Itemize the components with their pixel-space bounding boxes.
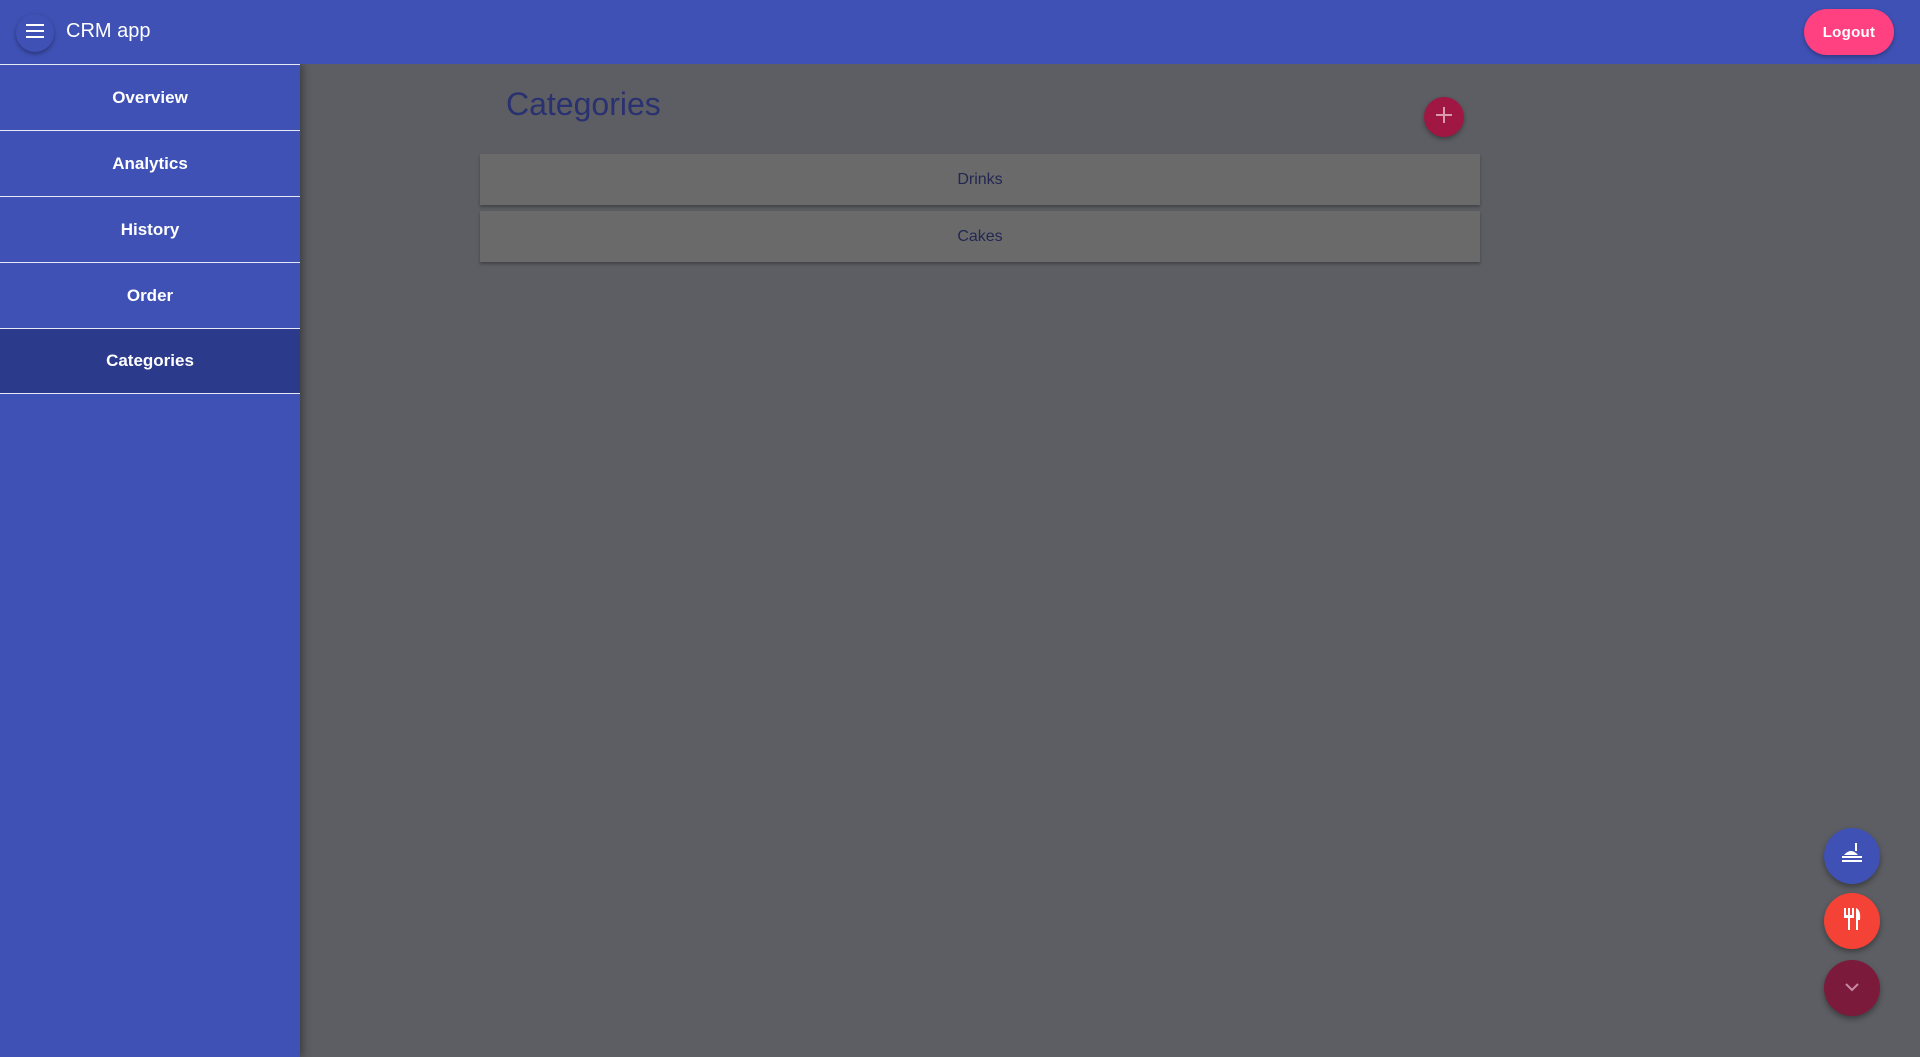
chevron-down-icon [1845,979,1859,997]
add-category-button[interactable] [1424,97,1464,137]
app-title: CRM app [66,20,151,42]
sidebar-item-history[interactable]: History [0,196,300,262]
page-title: Categories [506,86,661,122]
sidebar-item-categories[interactable]: Categories [0,328,300,394]
category-list: Drinks Cakes [480,154,1480,268]
sidebar-item-analytics[interactable]: Analytics [0,130,300,196]
sidebar-item-label: History [120,219,180,239]
restaurant-icon [1842,907,1862,935]
sidebar-item-label: Analytics [112,153,188,173]
sidebar-item-label: Categories [106,351,194,370]
sidebar: Overview Analytics History Order Categor… [0,64,300,1057]
restaurant-fab[interactable] [1824,893,1880,949]
top-app-bar: CRM app Logout [0,0,1920,64]
main-content: Categories Drinks Cakes [300,64,1920,1057]
logout-button[interactable]: Logout [1804,9,1894,55]
food-service-fab[interactable] [1824,828,1880,884]
collapse-fab[interactable] [1824,960,1880,1016]
list-item-label: Cakes [957,227,1003,245]
menu-button[interactable] [16,14,54,52]
category-item-drinks[interactable]: Drinks [480,154,1480,205]
sidebar-item-label: Order [126,285,174,305]
hamburger-menu-icon [26,23,44,43]
plus-icon [1436,106,1452,128]
list-item-label: Drinks [957,170,1003,188]
sidebar-item-label: Overview [112,87,188,107]
category-item-cakes[interactable]: Cakes [480,211,1480,262]
sidebar-item-order[interactable]: Order [0,262,300,328]
food-service-icon [1840,842,1864,870]
sidebar-item-overview[interactable]: Overview [0,64,300,130]
